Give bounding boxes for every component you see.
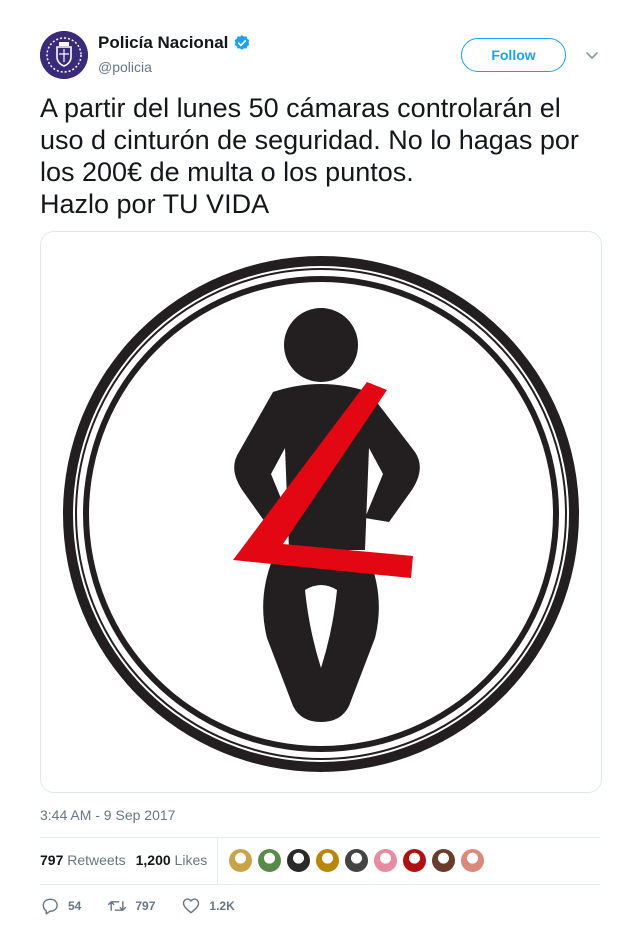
retweets-stat[interactable]: 797 Retweets xyxy=(40,850,126,870)
tweet-actions: 54 797 1.2K xyxy=(40,896,261,916)
follow-button[interactable]: Follow xyxy=(461,38,566,72)
avatar[interactable] xyxy=(40,31,88,79)
reply-button[interactable]: 54 xyxy=(40,896,81,916)
tweet-stats: 797 Retweets 1,200 Likes xyxy=(40,850,207,870)
liker-avatar[interactable] xyxy=(315,848,340,873)
account-handle[interactable]: @policia xyxy=(98,58,152,76)
divider xyxy=(40,884,600,885)
liker-avatar[interactable] xyxy=(257,848,282,873)
tweet-media-image[interactable] xyxy=(40,231,602,793)
stats-divider xyxy=(217,838,218,884)
heart-icon xyxy=(183,898,200,914)
tweet-text-line: uso d cinturón de seguridad. No lo hagas… xyxy=(40,125,579,155)
verified-badge-icon xyxy=(235,35,250,50)
tweet-text-line: A partir del lunes 50 cámaras controlará… xyxy=(40,93,561,123)
liker-avatar[interactable] xyxy=(228,848,253,873)
liker-avatar[interactable] xyxy=(460,848,485,873)
liker-avatars xyxy=(228,848,485,873)
tweet-timestamp[interactable]: 3:44 AM - 9 Sep 2017 xyxy=(40,806,175,824)
like-count: 1.2K xyxy=(209,899,235,913)
retweets-count: 797 xyxy=(40,852,64,868)
retweet-count: 797 xyxy=(135,899,156,913)
tweet-text-line: Hazlo por TU VIDA xyxy=(40,189,270,219)
police-badge-icon xyxy=(40,31,88,79)
liker-avatar[interactable] xyxy=(286,848,311,873)
tweet-text: A partir del lunes 50 cámaras controlará… xyxy=(40,92,610,220)
chevron-down-icon[interactable] xyxy=(584,47,600,63)
liker-avatar[interactable] xyxy=(431,848,456,873)
follow-button-label: Follow xyxy=(491,47,536,63)
liker-avatar[interactable] xyxy=(402,848,427,873)
account-name[interactable]: Policía Nacional xyxy=(98,32,251,54)
tweet-text-line: los 200€ de multa o los puntos. xyxy=(40,157,414,187)
retweet-icon xyxy=(108,901,127,911)
account-name-text[interactable]: Policía Nacional xyxy=(98,32,228,54)
retweets-label: Retweets xyxy=(67,852,126,868)
like-button[interactable]: 1.2K xyxy=(181,896,235,916)
likes-count: 1,200 xyxy=(135,852,171,868)
likes-label: Likes xyxy=(174,852,208,868)
reply-icon xyxy=(42,898,58,915)
likes-stat[interactable]: 1,200 Likes xyxy=(136,850,208,870)
liker-avatar[interactable] xyxy=(373,848,398,873)
reply-count: 54 xyxy=(68,899,82,913)
divider xyxy=(40,837,600,838)
liker-avatar[interactable] xyxy=(344,848,369,873)
seatbelt-icon xyxy=(63,256,579,772)
retweet-button[interactable]: 797 xyxy=(107,896,155,916)
